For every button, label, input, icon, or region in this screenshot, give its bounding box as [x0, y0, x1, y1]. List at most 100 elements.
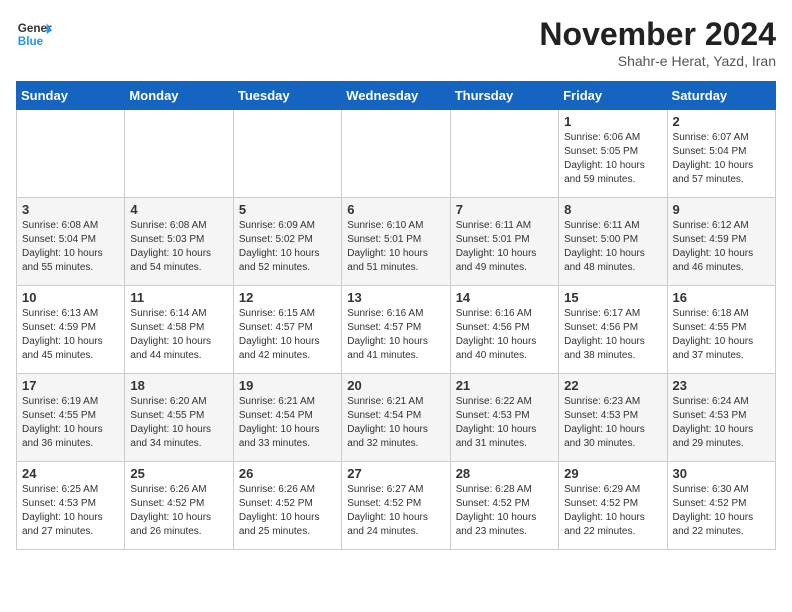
- weekday-tuesday: Tuesday: [233, 82, 341, 110]
- day-info: Sunrise: 6:21 AM Sunset: 4:54 PM Dayligh…: [347, 395, 444, 451]
- calendar-cell: 13 Sunrise: 6:16 AM Sunset: 4:57 PM Dayli…: [342, 286, 450, 374]
- weekday-monday: Monday: [125, 82, 233, 110]
- weekday-thursday: Thursday: [450, 82, 558, 110]
- weekday-header-row: SundayMondayTuesdayWednesdayThursdayFrid…: [17, 82, 776, 110]
- day-number: 6: [347, 202, 444, 217]
- calendar-cell: 8 Sunrise: 6:11 AM Sunset: 5:00 PM Daylig…: [559, 198, 667, 286]
- day-number: 9: [673, 202, 770, 217]
- day-info: Sunrise: 6:25 AM Sunset: 4:53 PM Dayligh…: [22, 483, 119, 539]
- day-number: 27: [347, 466, 444, 481]
- calendar-cell: [233, 110, 341, 198]
- day-info: Sunrise: 6:24 AM Sunset: 4:53 PM Dayligh…: [673, 395, 770, 451]
- day-number: 5: [239, 202, 336, 217]
- calendar-cell: 14 Sunrise: 6:16 AM Sunset: 4:56 PM Dayli…: [450, 286, 558, 374]
- calendar-week-2: 3Sunrise: 6:08 AM Sunset: 5:04 PM Daylig…: [17, 198, 776, 286]
- calendar-cell: 12 Sunrise: 6:15 AM Sunset: 4:57 PM Dayli…: [233, 286, 341, 374]
- title-block: November 2024 Shahr-e Herat, Yazd, Iran: [539, 16, 776, 69]
- day-info: Sunrise: 6:30 AM Sunset: 4:52 PM Dayligh…: [673, 483, 770, 539]
- day-number: 2: [673, 114, 770, 129]
- day-number: 21: [456, 378, 553, 393]
- day-info: Sunrise: 6:11 AM Sunset: 5:00 PM Dayligh…: [564, 219, 661, 275]
- day-info: Sunrise: 6:29 AM Sunset: 4:52 PM Dayligh…: [564, 483, 661, 539]
- calendar-cell: 5 Sunrise: 6:09 AM Sunset: 5:02 PM Daylig…: [233, 198, 341, 286]
- calendar-cell: 30 Sunrise: 6:30 AM Sunset: 4:52 PM Dayli…: [667, 462, 775, 550]
- day-info: Sunrise: 6:22 AM Sunset: 4:53 PM Dayligh…: [456, 395, 553, 451]
- day-info: Sunrise: 6:09 AM Sunset: 5:02 PM Dayligh…: [239, 219, 336, 275]
- calendar-cell: [125, 110, 233, 198]
- day-number: 11: [130, 290, 227, 305]
- calendar-cell: 20 Sunrise: 6:21 AM Sunset: 4:54 PM Dayli…: [342, 374, 450, 462]
- day-info: Sunrise: 6:14 AM Sunset: 4:58 PM Dayligh…: [130, 307, 227, 363]
- calendar-cell: 22Sunrise: 6:23 AM Sunset: 4:53 PM Dayli…: [559, 374, 667, 462]
- day-info: Sunrise: 6:26 AM Sunset: 4:52 PM Dayligh…: [130, 483, 227, 539]
- calendar-cell: 19Sunrise: 6:21 AM Sunset: 4:54 PM Dayli…: [233, 374, 341, 462]
- calendar-cell: 4Sunrise: 6:08 AM Sunset: 5:03 PM Daylig…: [125, 198, 233, 286]
- day-info: Sunrise: 6:10 AM Sunset: 5:01 PM Dayligh…: [347, 219, 444, 275]
- day-number: 19: [239, 378, 336, 393]
- day-number: 8: [564, 202, 661, 217]
- day-number: 24: [22, 466, 119, 481]
- day-number: 22: [564, 378, 661, 393]
- calendar-cell: 3Sunrise: 6:08 AM Sunset: 5:04 PM Daylig…: [17, 198, 125, 286]
- calendar-table: SundayMondayTuesdayWednesdayThursdayFrid…: [16, 81, 776, 550]
- calendar-week-4: 17 Sunrise: 6:19 AM Sunset: 4:55 PM Dayli…: [17, 374, 776, 462]
- weekday-friday: Friday: [559, 82, 667, 110]
- day-info: Sunrise: 6:19 AM Sunset: 4:55 PM Dayligh…: [22, 395, 119, 451]
- day-number: 29: [564, 466, 661, 481]
- calendar-cell: 10Sunrise: 6:13 AM Sunset: 4:59 PM Dayli…: [17, 286, 125, 374]
- day-number: 7: [456, 202, 553, 217]
- day-number: 12: [239, 290, 336, 305]
- calendar-cell: 15Sunrise: 6:17 AM Sunset: 4:56 PM Dayli…: [559, 286, 667, 374]
- calendar-cell: 26 Sunrise: 6:26 AM Sunset: 4:52 PM Dayli…: [233, 462, 341, 550]
- day-number: 13: [347, 290, 444, 305]
- day-info: Sunrise: 6:26 AM Sunset: 4:52 PM Dayligh…: [239, 483, 336, 539]
- day-info: Sunrise: 6:13 AM Sunset: 4:59 PM Dayligh…: [22, 307, 119, 363]
- calendar-cell: 16 Sunrise: 6:18 AM Sunset: 4:55 PM Dayli…: [667, 286, 775, 374]
- calendar-cell: 29 Sunrise: 6:29 AM Sunset: 4:52 PM Dayli…: [559, 462, 667, 550]
- page-header: General Blue November 2024 Shahr-e Herat…: [16, 16, 776, 69]
- day-info: Sunrise: 6:27 AM Sunset: 4:52 PM Dayligh…: [347, 483, 444, 539]
- day-info: Sunrise: 6:08 AM Sunset: 5:03 PM Dayligh…: [130, 219, 227, 275]
- day-number: 23: [673, 378, 770, 393]
- day-number: 20: [347, 378, 444, 393]
- day-number: 14: [456, 290, 553, 305]
- calendar-cell: 2 Sunrise: 6:07 AM Sunset: 5:04 PM Daylig…: [667, 110, 775, 198]
- day-info: Sunrise: 6:08 AM Sunset: 5:04 PM Dayligh…: [22, 219, 119, 275]
- day-number: 26: [239, 466, 336, 481]
- calendar-cell: 18Sunrise: 6:20 AM Sunset: 4:55 PM Dayli…: [125, 374, 233, 462]
- location: Shahr-e Herat, Yazd, Iran: [539, 53, 776, 69]
- calendar-cell: 28 Sunrise: 6:28 AM Sunset: 4:52 PM Dayli…: [450, 462, 558, 550]
- calendar-cell: 1Sunrise: 6:06 AM Sunset: 5:05 PM Daylig…: [559, 110, 667, 198]
- calendar-cell: [450, 110, 558, 198]
- calendar-cell: 23 Sunrise: 6:24 AM Sunset: 4:53 PM Dayli…: [667, 374, 775, 462]
- day-info: Sunrise: 6:28 AM Sunset: 4:52 PM Dayligh…: [456, 483, 553, 539]
- day-number: 16: [673, 290, 770, 305]
- day-number: 28: [456, 466, 553, 481]
- day-number: 1: [564, 114, 661, 129]
- day-info: Sunrise: 6:12 AM Sunset: 4:59 PM Dayligh…: [673, 219, 770, 275]
- calendar-cell: 25 Sunrise: 6:26 AM Sunset: 4:52 PM Dayli…: [125, 462, 233, 550]
- calendar-cell: 17 Sunrise: 6:19 AM Sunset: 4:55 PM Dayli…: [17, 374, 125, 462]
- day-number: 18: [130, 378, 227, 393]
- weekday-wednesday: Wednesday: [342, 82, 450, 110]
- calendar-cell: 7 Sunrise: 6:11 AM Sunset: 5:01 PM Daylig…: [450, 198, 558, 286]
- day-info: Sunrise: 6:07 AM Sunset: 5:04 PM Dayligh…: [673, 131, 770, 187]
- calendar-cell: [17, 110, 125, 198]
- logo-icon: General Blue: [16, 16, 52, 52]
- calendar-week-5: 24 Sunrise: 6:25 AM Sunset: 4:53 PM Dayli…: [17, 462, 776, 550]
- calendar-week-3: 10Sunrise: 6:13 AM Sunset: 4:59 PM Dayli…: [17, 286, 776, 374]
- logo: General Blue: [16, 16, 52, 52]
- month-title: November 2024: [539, 16, 776, 53]
- day-number: 17: [22, 378, 119, 393]
- day-info: Sunrise: 6:15 AM Sunset: 4:57 PM Dayligh…: [239, 307, 336, 363]
- calendar-cell: 6 Sunrise: 6:10 AM Sunset: 5:01 PM Daylig…: [342, 198, 450, 286]
- day-number: 30: [673, 466, 770, 481]
- day-info: Sunrise: 6:11 AM Sunset: 5:01 PM Dayligh…: [456, 219, 553, 275]
- day-number: 25: [130, 466, 227, 481]
- day-info: Sunrise: 6:16 AM Sunset: 4:57 PM Dayligh…: [347, 307, 444, 363]
- day-info: Sunrise: 6:17 AM Sunset: 4:56 PM Dayligh…: [564, 307, 661, 363]
- day-info: Sunrise: 6:16 AM Sunset: 4:56 PM Dayligh…: [456, 307, 553, 363]
- calendar-cell: 9 Sunrise: 6:12 AM Sunset: 4:59 PM Daylig…: [667, 198, 775, 286]
- calendar-cell: 27 Sunrise: 6:27 AM Sunset: 4:52 PM Dayli…: [342, 462, 450, 550]
- day-info: Sunrise: 6:18 AM Sunset: 4:55 PM Dayligh…: [673, 307, 770, 363]
